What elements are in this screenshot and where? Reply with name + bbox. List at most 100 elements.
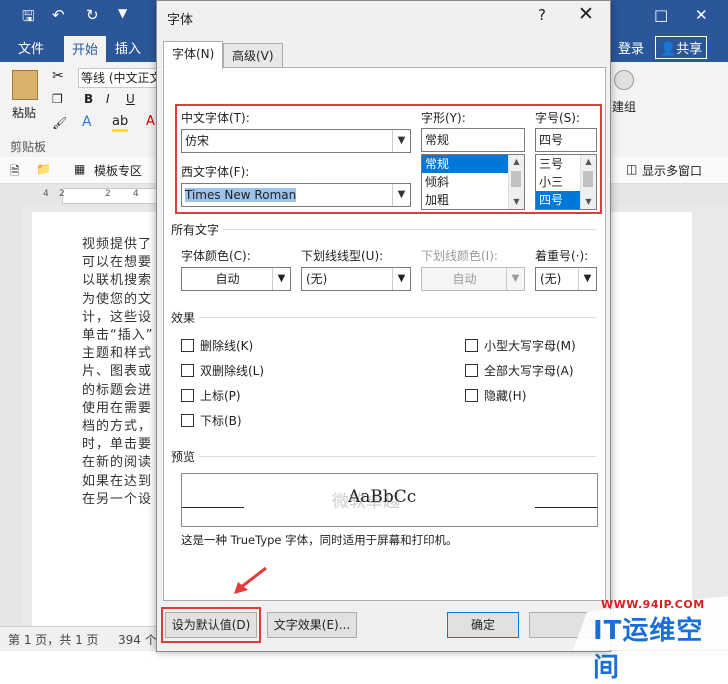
- document-line[interactable]: 档的方式，: [82, 415, 152, 434]
- preview-sample: AaBbCc: [348, 487, 417, 507]
- checkbox-box[interactable]: [181, 389, 194, 402]
- dialog-title: 字体: [167, 13, 194, 28]
- document-line[interactable]: 为使您的文: [82, 288, 152, 307]
- copy-icon[interactable]: ❐: [52, 92, 63, 106]
- checkbox-box[interactable]: [465, 364, 478, 377]
- checkbox-box[interactable]: [181, 364, 194, 377]
- window-close-icon[interactable]: ✕: [695, 6, 708, 24]
- font-color-dropdown[interactable]: 自动 ▼: [181, 267, 291, 291]
- highlight-icon[interactable]: ab: [112, 114, 129, 132]
- tab-insert[interactable]: 插入: [115, 38, 141, 57]
- format-painter-icon[interactable]: 🖌: [52, 116, 67, 130]
- tab-advanced[interactable]: 高级(V): [223, 43, 283, 69]
- ok-button[interactable]: 确定: [447, 612, 519, 638]
- styles-icon[interactable]: [614, 70, 634, 90]
- document-line[interactable]: 计，这些设: [82, 306, 152, 325]
- strikethrough-checkbox[interactable]: 删除线(K): [181, 337, 253, 354]
- font-color-label: 字体颜色(C):: [181, 249, 251, 263]
- divider: [199, 317, 596, 318]
- text-effects-button[interactable]: 文字效果(E)...: [267, 612, 357, 638]
- effects-heading: 效果: [171, 311, 196, 325]
- emphasis-label: 着重号(·):: [535, 249, 589, 263]
- multi-window-link[interactable]: 显示多窗口: [642, 162, 702, 179]
- red-arrow-icon: [234, 566, 267, 594]
- ruler-tick: 2: [105, 189, 111, 199]
- small-caps-checkbox[interactable]: 小型大写字母(M): [465, 337, 576, 354]
- login-link[interactable]: 登录: [618, 38, 644, 57]
- document-icon[interactable]: 🗎: [10, 162, 20, 183]
- word-count[interactable]: 394 个: [118, 631, 157, 648]
- qat-customize-icon[interactable]: ▼: [118, 6, 127, 20]
- document-line[interactable]: 在新的阅读: [82, 451, 152, 470]
- document-line[interactable]: 使用在需要: [82, 397, 152, 416]
- template-zone-link[interactable]: 模板专区: [94, 162, 142, 179]
- site-watermark: WWW.94IP.COM IT运维空间: [573, 592, 728, 683]
- underline-color-value: 自动: [452, 272, 477, 286]
- cut-icon[interactable]: ✂: [52, 68, 64, 84]
- document-line[interactable]: 单击“插入”: [82, 324, 153, 343]
- chevron-down-icon[interactable]: ▼: [272, 268, 290, 290]
- emphasis-dropdown[interactable]: (无) ▼: [535, 267, 597, 291]
- checkbox-label: 双删除线(L): [200, 364, 265, 378]
- document-line[interactable]: 时，单击要: [82, 433, 152, 452]
- superscript-checkbox[interactable]: 上标(P): [181, 387, 241, 404]
- underline-style-dropdown[interactable]: (无) ▼: [301, 267, 411, 291]
- window-icon: ◫: [626, 162, 638, 176]
- all-text-heading: 所有文字: [171, 223, 220, 237]
- highlight-box: [175, 104, 602, 214]
- preview-baseline: [182, 507, 244, 508]
- document-line[interactable]: 如果在达到: [82, 470, 152, 489]
- paste-icon[interactable]: [12, 70, 38, 100]
- underline-button[interactable]: U: [126, 92, 135, 106]
- close-icon[interactable]: ✕: [578, 3, 594, 25]
- chevron-down-icon[interactable]: ▼: [392, 268, 410, 290]
- font-color-icon[interactable]: A: [146, 114, 155, 129]
- chevron-down-icon[interactable]: ▼: [578, 268, 596, 290]
- ruler-tick: 4: [133, 189, 139, 199]
- maximize-icon[interactable]: □: [654, 6, 668, 24]
- checkbox-box[interactable]: [181, 414, 194, 427]
- save-icon[interactable]: 🖫: [22, 6, 35, 31]
- checkbox-box[interactable]: [181, 339, 194, 352]
- document-line[interactable]: 主题和样式: [82, 342, 152, 361]
- paste-label[interactable]: 粘贴: [12, 104, 36, 121]
- share-button[interactable]: 👤共享: [655, 36, 708, 59]
- checkbox-label: 隐藏(H): [484, 389, 527, 403]
- create-group-label[interactable]: 建组: [612, 98, 636, 115]
- underline-color-dropdown: 自动 ▼: [421, 267, 525, 291]
- checkbox-label: 全部大写字母(A): [484, 364, 574, 378]
- tab-home[interactable]: 开始: [64, 36, 107, 62]
- text-effects-icon[interactable]: A: [82, 114, 92, 130]
- emphasis-value: (无): [540, 272, 562, 286]
- person-icon: 👤: [660, 42, 677, 57]
- font-name-box[interactable]: 等线 (中文正文: [78, 68, 160, 88]
- template-icon: ▦: [74, 162, 86, 176]
- document-line[interactable]: 的标题会进: [82, 379, 152, 398]
- tab-file[interactable]: 文件: [18, 38, 44, 57]
- checkbox-label: 上标(P): [200, 389, 241, 403]
- double-strikethrough-checkbox[interactable]: 双删除线(L): [181, 362, 264, 379]
- page-count[interactable]: 第 1 页，共 1 页: [8, 631, 99, 648]
- checkbox-label: 下标(B): [200, 414, 242, 428]
- folder-icon[interactable]: 📁: [36, 162, 51, 176]
- document-line[interactable]: 片、图表或: [82, 360, 152, 379]
- all-caps-checkbox[interactable]: 全部大写字母(A): [465, 362, 574, 379]
- document-line[interactable]: 以联机搜索: [82, 269, 152, 288]
- chevron-down-icon: ▼: [506, 268, 524, 290]
- document-line[interactable]: 在另一个设: [82, 488, 152, 507]
- undo-icon[interactable]: ↶: [52, 6, 65, 24]
- vertical-ruler: [0, 206, 22, 626]
- subscript-checkbox[interactable]: 下标(B): [181, 412, 242, 429]
- bold-button[interactable]: B: [84, 92, 93, 106]
- checkbox-box[interactable]: [465, 339, 478, 352]
- hidden-checkbox[interactable]: 隐藏(H): [465, 387, 526, 404]
- document-line[interactable]: 可以在想要: [82, 251, 152, 270]
- help-button[interactable]: ?: [538, 6, 546, 24]
- font-color-value: 自动: [215, 272, 240, 286]
- italic-button[interactable]: I: [106, 92, 110, 106]
- redo-icon[interactable]: ↻: [86, 6, 99, 24]
- document-line[interactable]: 视频提供了: [82, 233, 152, 252]
- underline-color-label: 下划线颜色(I):: [421, 249, 498, 263]
- tab-font[interactable]: 字体(N): [163, 41, 224, 70]
- checkbox-box[interactable]: [465, 389, 478, 402]
